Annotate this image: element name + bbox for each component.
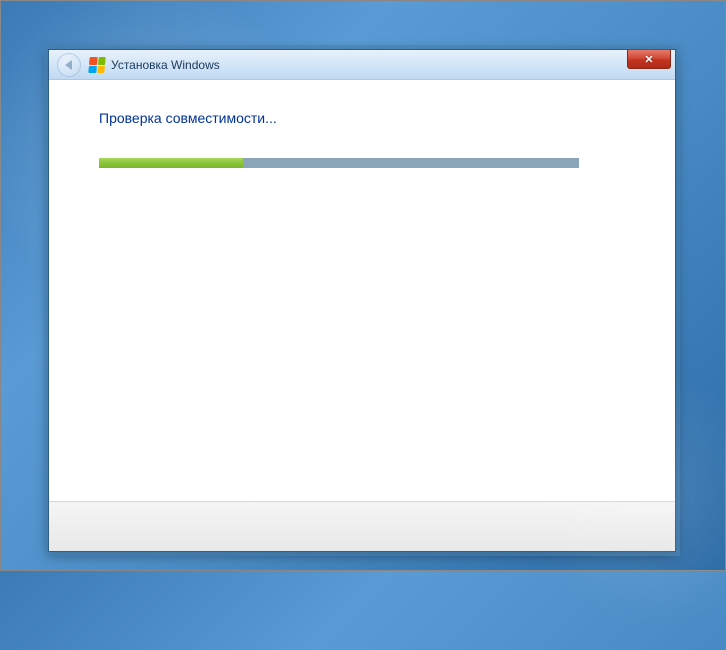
installer-window: Установка Windows ✕ Проверка совместимос… — [48, 49, 676, 552]
windows-flag-icon — [88, 57, 105, 73]
progress-fill — [99, 158, 243, 168]
close-button[interactable]: ✕ — [627, 50, 671, 69]
titlebar: Установка Windows ✕ — [49, 50, 675, 80]
back-button[interactable] — [57, 53, 81, 77]
back-arrow-icon — [65, 60, 72, 70]
status-heading: Проверка совместимости... — [99, 110, 625, 126]
close-icon: ✕ — [644, 53, 653, 66]
window-title: Установка Windows — [111, 58, 220, 72]
progress-bar — [99, 158, 579, 168]
footer-panel — [49, 501, 675, 551]
content-area: Проверка совместимости... — [49, 80, 675, 501]
